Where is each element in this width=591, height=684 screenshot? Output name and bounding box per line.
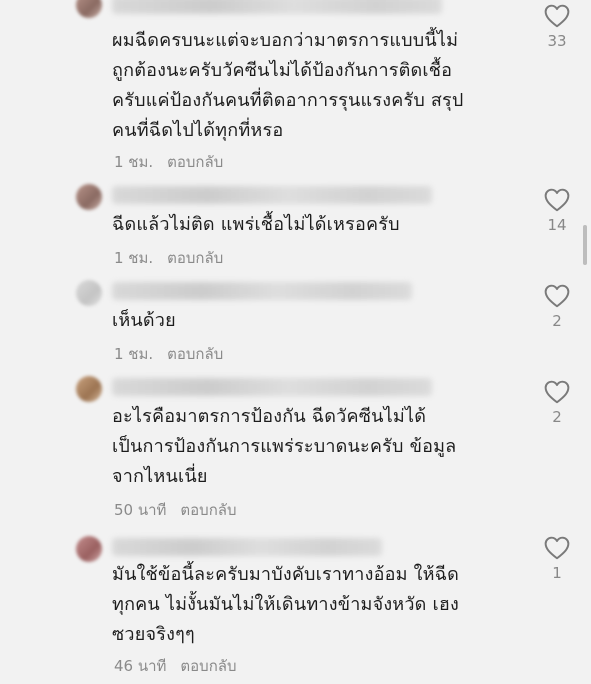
comment-text: เห็นด้วย xyxy=(112,310,176,331)
heart-outline-icon[interactable] xyxy=(544,536,570,560)
blurred-username[interactable] xyxy=(112,282,412,300)
blurred-username[interactable] xyxy=(112,186,432,204)
avatar[interactable] xyxy=(76,280,102,306)
heart-outline-icon[interactable] xyxy=(544,380,570,404)
like-count: 14 xyxy=(547,216,567,234)
reply-button[interactable]: ตอบกลับ xyxy=(167,342,223,366)
comment-meta: 1 ชม. ตอบกลับ xyxy=(114,342,223,366)
heart-outline-icon[interactable] xyxy=(544,284,570,308)
avatar[interactable] xyxy=(76,376,102,402)
heart-outline-icon[interactable] xyxy=(544,4,570,28)
comment-text: อะไรคือมาตรการป้องกัน ฉีดวัคซีนไม่ได้ เป… xyxy=(112,406,457,487)
comment-time: 1 ชม. xyxy=(114,249,154,267)
comment-meta: 1 ชม. ตอบกลับ xyxy=(114,150,223,174)
like-area: 2 xyxy=(540,380,574,426)
blurred-username[interactable] xyxy=(112,538,382,556)
comment-meta: 50 นาที ตอบกลับ xyxy=(114,498,237,522)
comment-time: 1 ชม. xyxy=(114,345,154,363)
comment-time: 1 ชม. xyxy=(114,153,154,171)
comment-text: มันใช้ข้อนี้ละครับมาบังคับเราทางอ้อม ให้… xyxy=(112,564,460,645)
like-count: 2 xyxy=(552,312,562,330)
reply-button[interactable]: ตอบกลับ xyxy=(167,150,223,174)
comment-time: 46 นาที xyxy=(114,657,167,675)
like-count: 33 xyxy=(547,32,567,50)
like-area: 14 xyxy=(540,188,574,234)
like-area: 1 xyxy=(540,536,574,582)
like-area: 33 xyxy=(540,4,574,50)
avatar[interactable] xyxy=(76,0,102,18)
comment-text: ฉีดแล้วไม่ติด แพร่เชื้อไม่ได้เหรอครับ xyxy=(112,214,400,235)
like-area: 2 xyxy=(540,284,574,330)
blurred-username[interactable] xyxy=(112,0,442,14)
comment-meta: 1 ชม. ตอบกลับ xyxy=(114,246,223,270)
scrollbar[interactable] xyxy=(583,225,587,265)
reply-button[interactable]: ตอบกลับ xyxy=(180,654,236,678)
heart-outline-icon[interactable] xyxy=(544,188,570,212)
comment-text: ผมฉีดครบนะแต่จะบอกว่ามาตรการแบบนี้ไม่ ถู… xyxy=(112,30,464,141)
avatar[interactable] xyxy=(76,184,102,210)
comment-time: 50 นาที xyxy=(114,501,167,519)
reply-button[interactable]: ตอบกลับ xyxy=(180,498,236,522)
comment-meta: 46 นาที ตอบกลับ xyxy=(114,654,237,678)
blurred-username[interactable] xyxy=(112,378,432,396)
like-count: 1 xyxy=(552,564,562,582)
avatar[interactable] xyxy=(76,536,102,562)
like-count: 2 xyxy=(552,408,562,426)
reply-button[interactable]: ตอบกลับ xyxy=(167,246,223,270)
